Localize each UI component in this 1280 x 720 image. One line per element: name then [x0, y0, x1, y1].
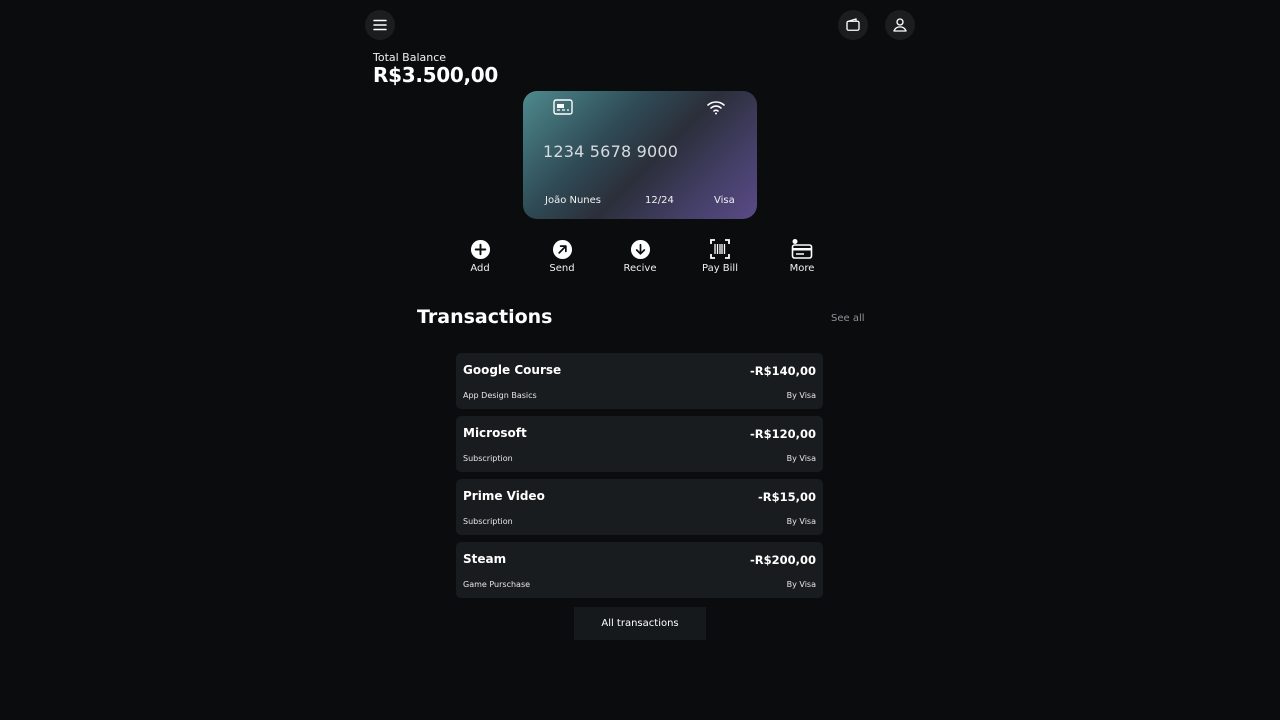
wallet-button[interactable] — [838, 10, 868, 40]
receive-label: Recive — [623, 263, 657, 274]
see-all-link[interactable]: See all — [831, 313, 865, 324]
transaction-payment-method: By Visa — [786, 454, 816, 463]
plus-circle-icon — [470, 239, 490, 259]
transaction-item-steam[interactable]: Steam -R$200,00 Game Purschase By Visa — [456, 542, 823, 598]
transaction-item-microsoft[interactable]: Microsoft -R$120,00 Subscription By Visa — [456, 416, 823, 472]
add-label: Add — [470, 263, 490, 274]
transaction-name: Prime Video — [463, 489, 545, 503]
card-chip-icon — [553, 99, 573, 115]
transaction-payment-method: By Visa — [786, 391, 816, 400]
add-button[interactable]: Add — [450, 238, 510, 275]
card-brand: Visa — [714, 195, 735, 206]
menu-button[interactable] — [365, 10, 395, 40]
transaction-description: Subscription — [463, 517, 513, 526]
transaction-name: Steam — [463, 552, 507, 566]
more-label: More — [789, 263, 815, 274]
transaction-description: Subscription — [463, 454, 513, 463]
all-transactions-button[interactable]: All transactions — [574, 607, 706, 640]
transaction-description: Game Purschase — [463, 580, 531, 589]
transaction-amount: -R$140,00 — [749, 364, 816, 378]
transaction-amount: -R$15,00 — [757, 490, 816, 504]
transaction-item-prime-video[interactable]: Prime Video -R$15,00 Subscription By Vis… — [456, 479, 823, 535]
card-holder-name: João Nunes — [545, 195, 602, 206]
pay-bill-label: Pay Bill — [701, 263, 738, 274]
wifi-icon — [707, 101, 725, 115]
send-button[interactable]: Send — [532, 238, 592, 275]
barcode-scan-icon — [710, 239, 730, 259]
user-icon — [893, 18, 907, 32]
transaction-name: Google Course — [463, 363, 562, 377]
transactions-list: Google Course -R$140,00 App Design Basic… — [456, 353, 823, 605]
total-balance-value: R$3.500,00 — [373, 63, 499, 87]
card-number: 1234 5678 9000 — [543, 142, 679, 161]
receive-button[interactable]: Recive — [610, 238, 670, 275]
hamburger-menu-icon — [373, 19, 387, 31]
transaction-amount: -R$200,00 — [749, 553, 816, 567]
card-list-icon — [791, 239, 813, 259]
profile-button[interactable] — [885, 10, 915, 40]
arrow-down-circle-icon — [630, 239, 650, 259]
more-button[interactable]: More — [772, 238, 832, 275]
wallet-icon — [846, 18, 860, 31]
send-label: Send — [549, 263, 575, 274]
transaction-description: App Design Basics — [463, 391, 537, 400]
transaction-name: Microsoft — [463, 426, 527, 440]
card-expiry: 12/24 — [645, 195, 674, 206]
transaction-item-google-course[interactable]: Google Course -R$140,00 App Design Basic… — [456, 353, 823, 409]
transactions-title: Transactions — [417, 306, 553, 328]
arrow-up-right-circle-icon — [552, 239, 572, 259]
credit-card[interactable]: 1234 5678 9000 João Nunes 12/24 Visa — [523, 91, 757, 219]
transaction-payment-method: By Visa — [786, 517, 816, 526]
transaction-amount: -R$120,00 — [749, 427, 816, 441]
pay-bill-button[interactable]: Pay Bill — [690, 238, 750, 275]
transaction-payment-method: By Visa — [786, 580, 816, 589]
